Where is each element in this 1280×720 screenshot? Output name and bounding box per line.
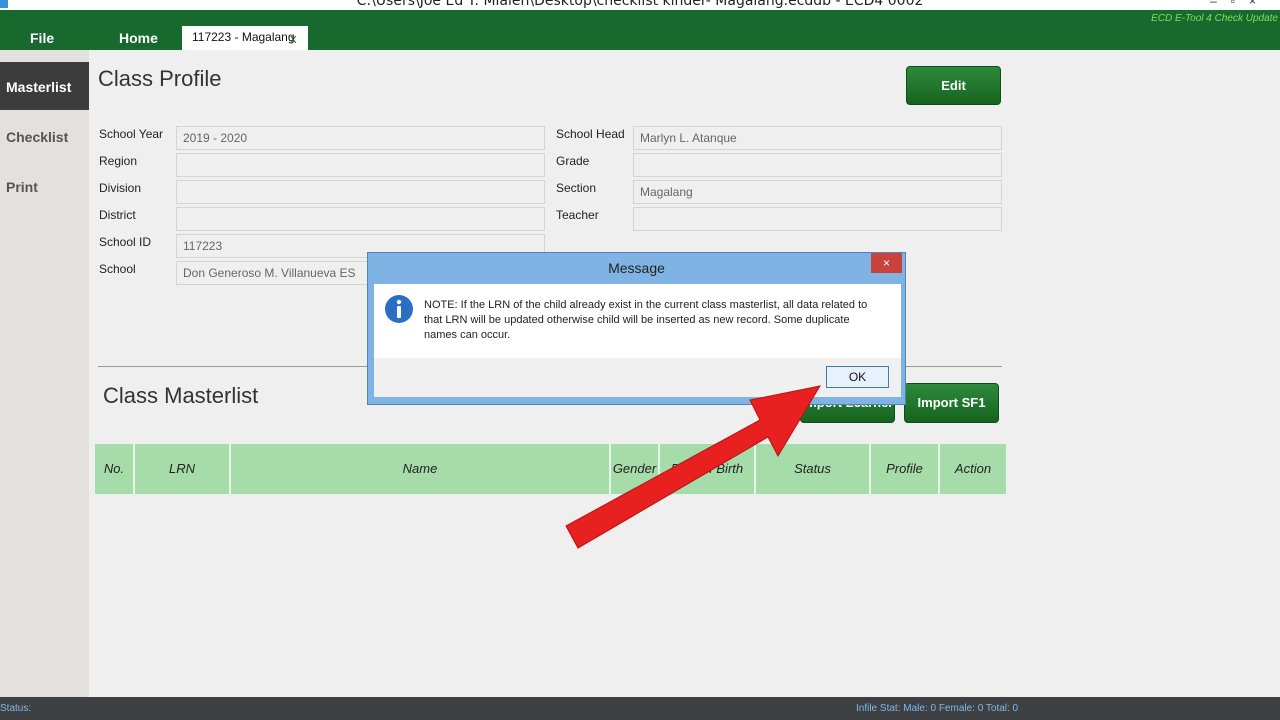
school-head-label: School Head [556, 127, 625, 141]
school-label: School [99, 262, 136, 276]
dialog-message: NOTE: If the LRN of the child already ex… [424, 299, 868, 341]
section-label: Section [556, 181, 597, 195]
dialog-footer: OK [374, 358, 901, 397]
column-header-gender[interactable]: Gender [611, 444, 660, 494]
district-field[interactable] [176, 207, 545, 231]
district-label: District [99, 208, 136, 222]
teacher-field[interactable] [633, 207, 1002, 231]
dialog-close-button[interactable]: × [871, 253, 902, 273]
school-id-label: School ID [99, 235, 152, 249]
status-text: Status: [0, 703, 32, 714]
document-tab[interactable]: 117223 - Magalang x [182, 26, 308, 50]
column-header-status[interactable]: Status [756, 444, 871, 494]
class-profile-heading: Class Profile [98, 66, 222, 91]
region-field[interactable] [176, 153, 545, 177]
school-year-field[interactable]: 2019 - 2020 [176, 126, 545, 150]
message-dialog: Message × NOTE: If the LRN of the child … [367, 252, 906, 405]
menu-home[interactable]: Home [119, 30, 158, 46]
column-header-profile[interactable]: Profile [871, 444, 940, 494]
grade-label: Grade [556, 154, 590, 168]
window-controls[interactable]: –▫× [1210, 0, 1270, 8]
grade-field[interactable] [633, 153, 1002, 177]
column-header-date-of-birth[interactable]: Date of Birth [660, 444, 756, 494]
dialog-body: NOTE: If the LRN of the child already ex… [374, 284, 901, 358]
infile-stat-text: Infile Stat: Male: 0 Female: 0 Total: 0 [856, 703, 1019, 714]
menu-file[interactable]: File [30, 30, 54, 46]
column-header-lrn[interactable]: LRN [135, 444, 231, 494]
ok-button[interactable]: OK [826, 366, 889, 388]
teacher-label: Teacher [556, 208, 599, 222]
masterlist-table-header: No. LRN Name Gender Date of Birth Status… [95, 444, 1006, 494]
window-title: C:\Users\Joe Ed T. Mialen\Desktop\checkl… [356, 0, 924, 9]
division-label: Division [99, 181, 142, 195]
column-header-action[interactable]: Action [940, 444, 1006, 494]
info-icon [385, 295, 413, 323]
import-sf1-button[interactable]: Import SF1 [904, 383, 999, 423]
status-bar: Status: Infile Stat: Male: 0 Female: 0 T… [0, 697, 1280, 720]
check-update-link[interactable]: ECD E-Tool 4 Check Update [1151, 13, 1278, 24]
column-header-name[interactable]: Name [231, 444, 611, 494]
section-field[interactable]: Magalang [633, 180, 1002, 204]
document-tab-close-icon[interactable]: x [290, 31, 297, 46]
region-label: Region [99, 154, 138, 168]
school-year-label: School Year [99, 127, 164, 141]
division-field[interactable] [176, 180, 545, 204]
sidebar-item-masterlist[interactable]: Masterlist [0, 62, 89, 110]
school-head-field[interactable]: Marlyn L. Atanque [633, 126, 1002, 150]
sidebar-item-print[interactable]: Print [0, 162, 89, 210]
menu-bar: File Home 117223 - Magalang x ECD E-Tool… [0, 10, 1280, 50]
sidebar-item-checklist[interactable]: Checklist [0, 112, 89, 160]
dialog-title: Message [608, 260, 665, 276]
class-masterlist-heading: Class Masterlist [103, 383, 259, 408]
column-header-no[interactable]: No. [95, 444, 135, 494]
sidebar: Masterlist Checklist Print [0, 50, 89, 697]
document-tab-label: 117223 - Magalang [192, 30, 295, 44]
edit-button[interactable]: Edit [906, 66, 1001, 105]
title-bar: C:\Users\Joe Ed T. Mialen\Desktop\checkl… [0, 0, 1280, 10]
